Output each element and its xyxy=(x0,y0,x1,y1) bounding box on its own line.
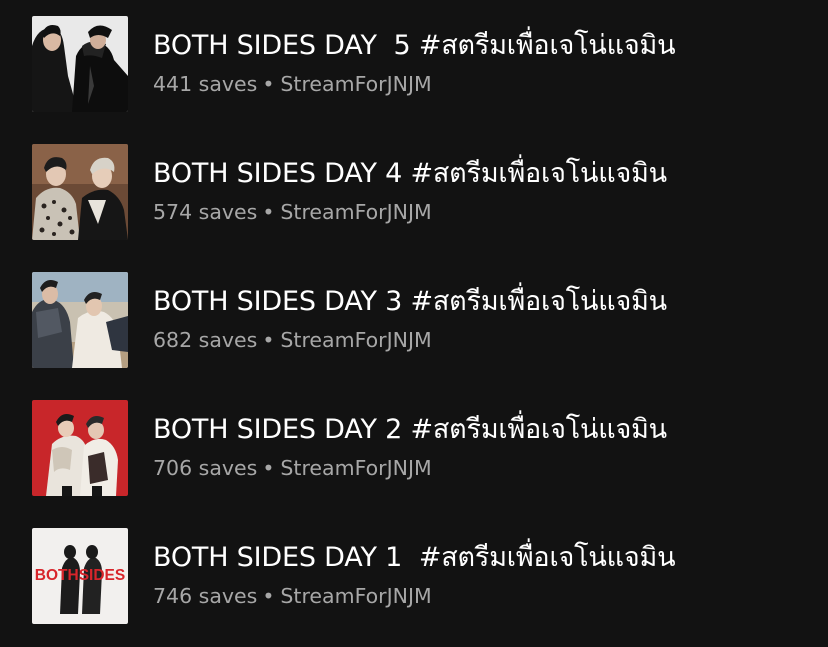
playlist-saves: 706 saves xyxy=(153,456,258,480)
playlist-meta: 574 saves • StreamForJNJM xyxy=(153,198,432,226)
playlist-title: BOTH SIDES DAY 1 #สตรีมเพื่อเจโน่แจมิน xyxy=(153,542,676,573)
playlist-saves: 746 saves xyxy=(153,584,258,608)
playlist-cover-image xyxy=(32,400,128,496)
playlist-owner: StreamForJNJM xyxy=(280,72,432,96)
playlist-meta: 441 saves • StreamForJNJM xyxy=(153,70,432,98)
playlist-owner: StreamForJNJM xyxy=(280,200,432,224)
playlist-cover-image xyxy=(32,144,128,240)
meta-separator: • xyxy=(262,328,275,352)
meta-separator: • xyxy=(262,200,275,224)
playlist-row-day-2[interactable]: BOTH SIDES DAY 2 #สตรีมเพื่อเจโน่แจมิน 7… xyxy=(0,384,828,512)
playlist-cover-image xyxy=(32,272,128,368)
playlist-row-day-3[interactable]: BOTH SIDES DAY 3 #สตรีมเพื่อเจโน่แจมิน 6… xyxy=(0,256,828,384)
playlist-cover-image xyxy=(32,16,128,112)
playlist-row-day-1[interactable]: BOTHSIDES BOTH SIDES DAY 1 #สตรีมเพื่อเจ… xyxy=(0,512,828,640)
playlist-meta: 746 saves • StreamForJNJM xyxy=(153,582,432,610)
playlist-list: BOTH SIDES DAY 5 #สตรีมเพื่อเจโน่แจมิน 4… xyxy=(0,0,828,647)
playlist-owner: StreamForJNJM xyxy=(280,456,432,480)
playlist-title: BOTH SIDES DAY 2 #สตรีมเพื่อเจโน่แจมิน xyxy=(153,414,667,445)
playlist-owner: StreamForJNJM xyxy=(280,328,432,352)
meta-separator: • xyxy=(262,584,275,608)
playlist-owner: StreamForJNJM xyxy=(280,584,432,608)
playlist-saves: 441 saves xyxy=(153,72,258,96)
playlist-title: BOTH SIDES DAY 4 #สตรีมเพื่อเจโน่แจมิน xyxy=(153,158,667,189)
meta-separator: • xyxy=(262,72,275,96)
playlist-meta: 682 saves • StreamForJNJM xyxy=(153,326,432,354)
playlist-saves: 682 saves xyxy=(153,328,258,352)
playlist-row-day-4[interactable]: BOTH SIDES DAY 4 #สตรีมเพื่อเจโน่แจมิน 5… xyxy=(0,128,828,256)
playlist-row-day-5[interactable]: BOTH SIDES DAY 5 #สตรีมเพื่อเจโน่แจมิน 4… xyxy=(0,0,828,128)
playlist-title: BOTH SIDES DAY 5 #สตรีมเพื่อเจโน่แจมิน xyxy=(153,30,676,61)
playlist-title: BOTH SIDES DAY 3 #สตรีมเพื่อเจโน่แจมิน xyxy=(153,286,667,317)
playlist-cover-image: BOTHSIDES xyxy=(32,528,128,624)
meta-separator: • xyxy=(262,456,275,480)
cover-logo-text: BOTHSIDES xyxy=(35,567,125,584)
playlist-meta: 706 saves • StreamForJNJM xyxy=(153,454,432,482)
playlist-saves: 574 saves xyxy=(153,200,258,224)
